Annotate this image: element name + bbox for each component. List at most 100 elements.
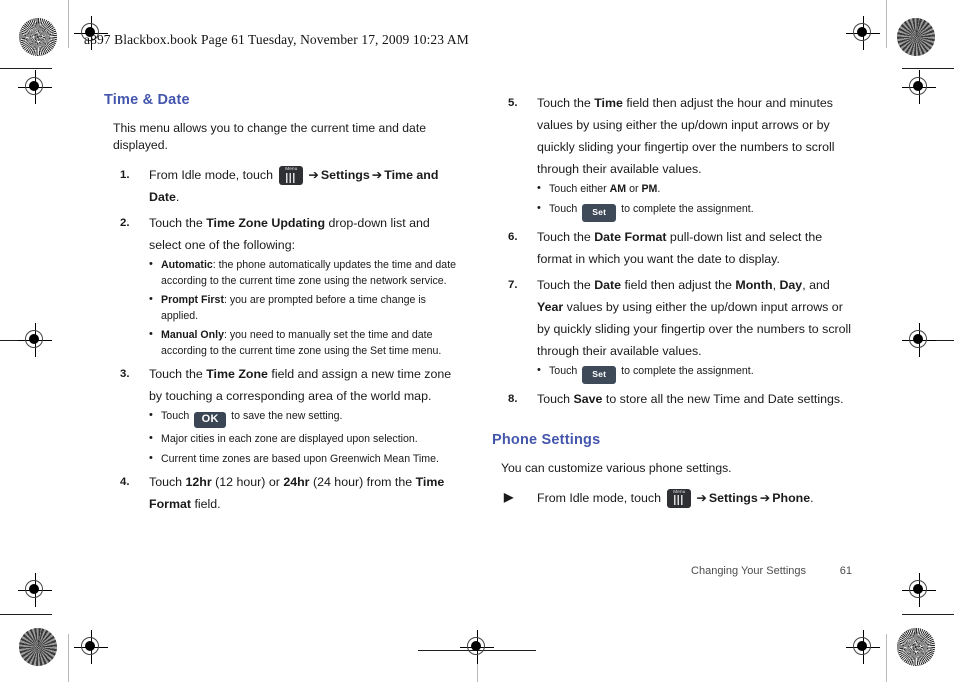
emphasis-term: Date — [594, 277, 622, 292]
registration-mark-left-middle — [18, 323, 52, 357]
sub-bullet-item: Touch Set to complete the assignment. — [537, 201, 852, 222]
sub-bullet-item: Major cities in each zone are displayed … — [149, 431, 464, 448]
registration-dot — [29, 81, 39, 91]
trim-rule-bottom-left-horizontal — [0, 614, 52, 615]
footer-chapter-title: Changing Your Settings — [691, 565, 806, 577]
book-file-header-stamp: a897 Blackbox.book Page 61 Tuesday, Nove… — [84, 32, 469, 47]
starburst-rays — [897, 628, 935, 666]
registration-mark-right-upper — [902, 70, 936, 104]
density-starburst-mark-bottom-right — [897, 628, 935, 666]
arrow-step-list: ▶ From Idle mode, touch Menu ➔ Settings ➔ Pho… — [492, 487, 852, 509]
navigation-arrow-icon: ➔ — [759, 490, 771, 505]
trim-rule-right-vertical — [886, 0, 887, 48]
page-title-time-and-date: Time & Date — [104, 92, 190, 108]
step-number: 5. — [508, 97, 518, 109]
left-text-column: Time & Date This menu allows you to chan… — [104, 92, 464, 519]
sub-bullet-list: Touch either AM or PM. Touch Set to compl… — [537, 181, 852, 222]
navigation-arrow-icon: ➔ — [696, 490, 707, 505]
step-arrow-bullet: ▶ — [504, 489, 514, 504]
numbered-step-item: 5. Touch the Time field then adjust the h… — [492, 92, 852, 222]
trim-rule-right-vertical-bottom — [886, 634, 887, 682]
numbered-step-item: 6. Touch the Date Format pull-down list a… — [492, 226, 852, 270]
set-button-icon: Set — [582, 203, 617, 222]
emphasis-term: Date Format — [594, 229, 667, 244]
registration-dot — [913, 81, 923, 91]
numbered-step-item: 4. Touch 12hr (12 hour) or 24hr (24 hour)… — [104, 471, 464, 515]
step-number: 4. — [120, 476, 130, 488]
sub-bullet-list: Automatic: the phone automatically updat… — [149, 257, 464, 359]
numbered-step-item: 3. Touch the Time Zone field and assign a… — [104, 363, 464, 467]
navigation-arrow-icon: ➔ — [371, 168, 383, 182]
step-number: 3. — [120, 368, 130, 380]
intro-paragraph-time-and-date: This menu allows you to change the curre… — [113, 121, 426, 152]
numbered-steps-list-left: 1. From Idle mode, touch Menu ➔ Settings ➔ Ti… — [104, 164, 464, 515]
emphasis-term: Manual Only — [161, 329, 224, 341]
intro-paragraph-phone-settings: You can customize various phone settings… — [501, 460, 732, 475]
density-starburst-mark-top-left — [19, 18, 57, 56]
sub-bullet-item: Automatic: the phone automatically updat… — [149, 257, 464, 289]
emphasis-term: PM — [641, 183, 658, 195]
registration-mark-top-right — [846, 16, 880, 50]
trim-rule-left-vertical — [68, 0, 69, 48]
footer-page-number: 61 — [839, 565, 852, 577]
knot-pattern — [19, 628, 57, 666]
sub-bullet-item: Prompt First: you are prompted before a … — [149, 292, 464, 324]
registration-mark-right-middle — [902, 323, 936, 357]
sub-bullet-item: Current time zones are based upon Greenw… — [149, 451, 464, 468]
step-number: 2. — [120, 217, 130, 229]
emphasis-term: Time — [594, 96, 623, 110]
density-knot-mark-bottom-left — [19, 628, 57, 666]
trim-rule-top-left-horizontal — [0, 68, 52, 69]
set-button-icon: Set — [582, 365, 617, 384]
starburst-rays — [19, 18, 57, 56]
sub-bullet-list: Touch OK to save the new setting. Major c… — [149, 408, 464, 468]
emphasis-term: Phone — [772, 490, 811, 505]
registration-mark-left-lower — [18, 573, 52, 607]
registration-dot — [857, 27, 867, 37]
numbered-step-item: 8. Touch Save to store all the new Time a… — [492, 388, 852, 410]
registration-mark-bottom-right — [846, 630, 880, 664]
registration-mark-right-lower — [902, 573, 936, 607]
registration-mark-left-upper — [18, 70, 52, 104]
emphasis-term: Day — [779, 277, 803, 292]
emphasis-term: Year — [537, 299, 564, 314]
trim-rule-top-right-horizontal — [902, 68, 954, 69]
emphasis-term: Time Zone Updating — [206, 216, 326, 230]
navigation-arrow-icon: ➔ — [308, 168, 319, 182]
numbered-step-item: 1. From Idle mode, touch Menu ➔ Settings ➔ Ti… — [120, 166, 439, 204]
registration-dot — [913, 334, 923, 344]
sub-bullet-item: Manual Only: you need to manually set th… — [149, 327, 464, 359]
numbered-steps-list-right: 5. Touch the Time field then adjust the h… — [492, 92, 852, 410]
trim-rule-left-vertical-bottom — [68, 634, 69, 682]
step-number: 1. — [120, 169, 130, 181]
emphasis-term: Prompt First — [161, 294, 224, 306]
menu-key-label: Menu — [673, 488, 686, 494]
emphasis-term: Automatic — [161, 259, 213, 271]
sub-bullet-item: Touch OK to save the new setting. — [149, 408, 464, 428]
page-footer: Changing Your Settings 61 — [492, 565, 852, 577]
menu-key-icon: Menu — [667, 488, 692, 508]
registration-dot — [29, 334, 39, 344]
step-number: 8. — [508, 392, 518, 405]
knot-pattern — [897, 18, 935, 56]
menu-key-icon: Menu — [279, 166, 304, 185]
registration-dot — [857, 641, 867, 651]
sub-bullet-item: Touch Set to complete the assignment. — [537, 363, 852, 384]
registration-dot — [29, 584, 39, 594]
menu-key-label: Menu — [285, 166, 298, 171]
numbered-step-item: ▶ From Idle mode, touch Menu ➔ Settings ➔ Pho… — [492, 487, 852, 509]
sub-bullet-list: Touch Set to complete the assignment. — [537, 363, 852, 384]
emphasis-term: Save — [573, 391, 603, 406]
numbered-step-item: 7. Touch the Date field then adjust the M… — [492, 274, 852, 384]
density-knot-mark-top-right — [897, 18, 935, 56]
emphasis-term: Month — [735, 277, 773, 292]
registration-dot — [913, 584, 923, 594]
numbered-step-item: 2. Touch the Time Zone Updating drop-down… — [104, 212, 464, 359]
registration-dot — [85, 641, 95, 651]
emphasis-term: Settings — [320, 168, 370, 182]
emphasis-term: 24hr — [283, 475, 310, 489]
sub-bullet-item: Touch either AM or PM. — [537, 181, 852, 198]
page-title-phone-settings: Phone Settings — [492, 431, 601, 448]
menu-key-grid-icon — [286, 172, 297, 183]
emphasis-term: Settings — [708, 490, 758, 505]
